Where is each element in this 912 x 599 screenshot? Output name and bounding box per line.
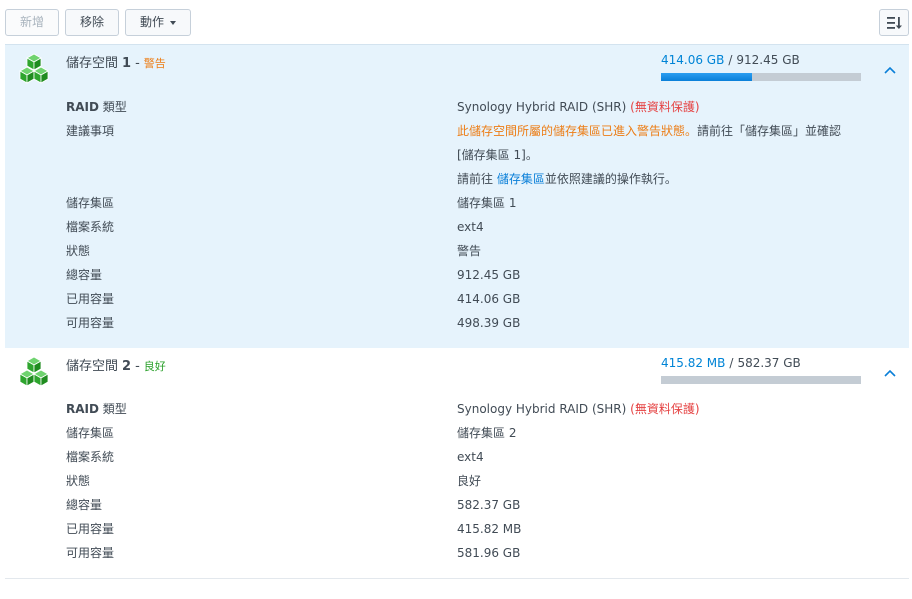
title-separator: - — [135, 56, 140, 71]
usage-used: 415.82 MB — [661, 356, 726, 370]
usage-text: 415.82 MB/582.37 GB — [661, 356, 801, 370]
available-capacity-row: 可用容量 581.96 GB — [66, 541, 906, 565]
total-capacity-value: 582.37 GB — [457, 498, 521, 512]
remove-button[interactable]: 移除 — [65, 9, 119, 36]
volume-title-text: 儲存空間 — [66, 359, 119, 374]
available-capacity-row: 可用容量 498.39 GB — [66, 311, 906, 335]
usage-bar — [661, 376, 861, 384]
caret-down-icon — [170, 20, 176, 25]
raid-type-row: RAID 類型 Synology Hybrid RAID (SHR) (無資料保… — [66, 95, 906, 119]
chevron-up-icon[interactable] — [883, 63, 897, 77]
status-key: 狀態 — [66, 474, 91, 488]
usage-total: 582.37 GB — [737, 356, 801, 370]
status-value: 良好 — [457, 474, 482, 488]
suggestion-line-1: 此儲存空間所屬的儲存集區已進入警告狀態。請前往「儲存集區」並確認 — [457, 124, 842, 138]
raid-type-row: RAID 類型 Synology Hybrid RAID (SHR) (無資料保… — [66, 397, 906, 421]
total-capacity-value: 912.45 GB — [457, 268, 521, 282]
suggestion-row: 建議事項 此儲存空間所屬的儲存集區已進入警告狀態。請前往「儲存集區」並確認 — [66, 119, 906, 143]
usage-bar — [661, 73, 861, 81]
used-capacity-value: 414.06 GB — [457, 292, 521, 306]
suggestion-line-3: 請前往 儲存集區並依照建議的操作執行。 — [457, 172, 677, 186]
available-capacity-value: 498.39 GB — [457, 316, 521, 330]
usage-slash: / — [728, 53, 733, 67]
status-value: 警告 — [457, 244, 482, 258]
toolbar: 新增 移除 動作 — [0, 0, 912, 44]
filesystem-key: 檔案系統 — [66, 220, 115, 234]
action-dropdown-button[interactable]: 動作 — [125, 9, 191, 36]
total-capacity-key: 總容量 — [66, 268, 103, 282]
usage-total: 912.45 GB — [736, 53, 800, 67]
status-badge: 良好 — [143, 360, 166, 373]
sort-list-icon — [887, 17, 902, 29]
suggestion-key: 建議事項 — [66, 124, 115, 138]
sort-button[interactable] — [879, 9, 909, 36]
storage-pool-link[interactable]: 儲存集區 — [497, 172, 545, 186]
volume-title: 儲存空間 1- 警告 — [66, 52, 166, 71]
usage-used: 414.06 GB — [661, 53, 725, 67]
volume-title-text: 儲存空間 — [66, 56, 119, 71]
pool-value: 儲存集區 2 — [457, 426, 517, 440]
filesystem-row: 檔案系統 ext4 — [66, 215, 906, 239]
pool-key: 儲存集區 — [66, 196, 115, 210]
usage-slash: / — [729, 356, 734, 370]
title-separator: - — [135, 359, 140, 374]
raid-note: (無資料保護) — [630, 100, 700, 114]
available-capacity-key: 可用容量 — [66, 316, 115, 330]
suggestion-row-2: [儲存集區 1]。 — [66, 143, 906, 167]
volume-title: 儲存空間 2- 良好 — [66, 355, 166, 374]
status-row: 狀態 良好 — [66, 469, 906, 493]
total-capacity-row: 總容量 582.37 GB — [66, 493, 906, 517]
action-button-label: 動作 — [139, 15, 164, 29]
status-badge: 警告 — [143, 57, 166, 70]
raid-note: (無資料保護) — [630, 402, 700, 416]
volume-cubes-icon — [19, 356, 49, 387]
volume-cubes-icon — [19, 53, 49, 84]
available-capacity-key: 可用容量 — [66, 546, 115, 560]
volume-item-2[interactable]: 儲存空間 2- 良好 415.82 MB/582.37 GB RAID 類型 Syn… — [5, 348, 909, 579]
total-capacity-key: 總容量 — [66, 498, 103, 512]
pool-row: 儲存集區 儲存集區 1 — [66, 191, 906, 215]
usage-bar-fill — [661, 73, 752, 81]
raid-type-key: RAID 類型 — [66, 402, 127, 416]
usage-text: 414.06 GB/912.45 GB — [661, 53, 800, 67]
used-capacity-key: 已用容量 — [66, 522, 115, 536]
used-capacity-row: 已用容量 414.06 GB — [66, 287, 906, 311]
suggestion-line-2: [儲存集區 1]。 — [457, 148, 538, 162]
status-key: 狀態 — [66, 244, 91, 258]
used-capacity-row: 已用容量 415.82 MB — [66, 517, 906, 541]
filesystem-value: ext4 — [457, 220, 484, 234]
volume-number: 2 — [122, 359, 132, 374]
chevron-up-icon[interactable] — [883, 366, 897, 380]
create-button[interactable]: 新增 — [5, 9, 59, 36]
suggestion-row-3: 請前往 儲存集區並依照建議的操作執行。 — [66, 167, 906, 191]
volume-item-1[interactable]: 儲存空間 1- 警告 414.06 GB/912.45 GB RAID 類型 Syn… — [5, 44, 909, 348]
used-capacity-value: 415.82 MB — [457, 522, 522, 536]
volume-number: 1 — [122, 56, 132, 71]
raid-type-value: Synology Hybrid RAID (SHR) (無資料保護) — [457, 100, 700, 114]
total-capacity-row: 總容量 912.45 GB — [66, 263, 906, 287]
status-row: 狀態 警告 — [66, 239, 906, 263]
raid-type-key: RAID 類型 — [66, 100, 127, 114]
pool-key: 儲存集區 — [66, 426, 115, 440]
filesystem-key: 檔案系統 — [66, 450, 115, 464]
filesystem-row: 檔案系統 ext4 — [66, 445, 906, 469]
pool-value: 儲存集區 1 — [457, 196, 517, 210]
available-capacity-value: 581.96 GB — [457, 546, 521, 560]
raid-type-value: Synology Hybrid RAID (SHR) (無資料保護) — [457, 402, 700, 416]
used-capacity-key: 已用容量 — [66, 292, 115, 306]
filesystem-value: ext4 — [457, 450, 484, 464]
pool-row: 儲存集區 儲存集區 2 — [66, 421, 906, 445]
